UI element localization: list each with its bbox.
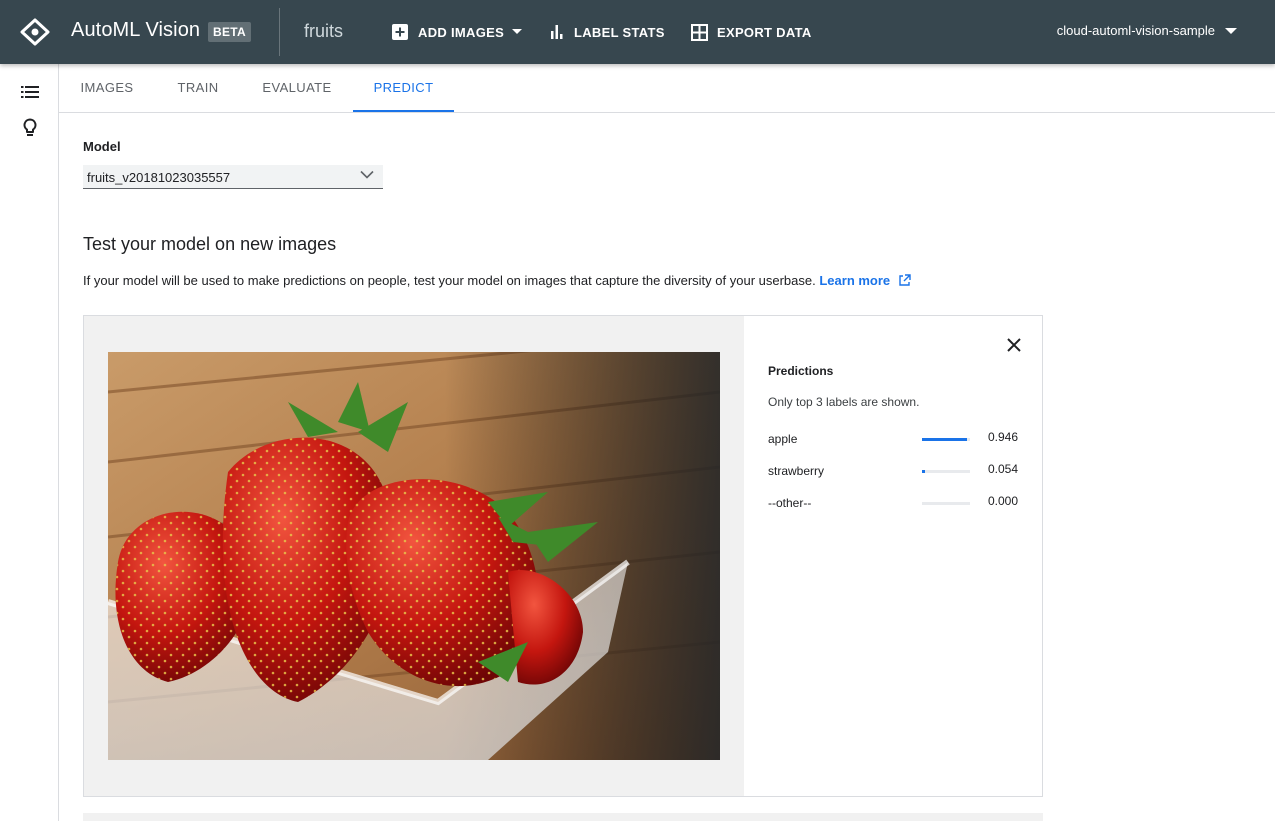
prediction-row: --other-- 0.000 xyxy=(768,494,1020,512)
score-bar xyxy=(922,470,970,473)
dropdown-arrow-icon xyxy=(1225,27,1237,34)
score-bar-fill xyxy=(922,438,968,441)
tab-bar: IMAGES TRAIN EVALUATE PREDICT xyxy=(59,64,1275,113)
active-tab-indicator xyxy=(353,110,454,112)
bar-chart-icon xyxy=(551,25,563,39)
external-link-icon[interactable] xyxy=(898,274,911,287)
project-selector[interactable]: cloud-automl-vision-sample xyxy=(1057,23,1237,38)
left-rail xyxy=(0,64,59,821)
lightbulb-icon[interactable] xyxy=(19,117,41,139)
export-data-button[interactable]: EXPORT DATA xyxy=(691,22,812,42)
header-divider xyxy=(279,8,280,56)
prediction-card: Predictions Only top 3 labels are shown.… xyxy=(83,315,1043,797)
predictions-subtitle: Only top 3 labels are shown. xyxy=(768,395,920,409)
label-stats-label: LABEL STATS xyxy=(574,24,665,40)
model-select[interactable]: fruits_v20181023035557 xyxy=(83,165,383,189)
add-images-button[interactable]: ADD IMAGES xyxy=(391,22,523,42)
score-bar-fill xyxy=(922,470,925,473)
export-data-label: EXPORT DATA xyxy=(717,24,812,40)
next-prediction-card xyxy=(83,813,1043,821)
label-stats-button[interactable]: LABEL STATS xyxy=(549,22,665,42)
prediction-row: apple 0.946 xyxy=(768,430,1020,448)
tab-evaluate[interactable]: EVALUATE xyxy=(241,64,353,112)
dataset-name: fruits xyxy=(304,21,344,41)
description: If your model will be used to make predi… xyxy=(83,273,911,288)
prediction-label: --other-- xyxy=(768,496,812,510)
app-title: AutoML Vision xyxy=(71,19,201,41)
prediction-label: apple xyxy=(768,432,798,446)
prediction-score: 0.000 xyxy=(987,494,1018,508)
description-text: If your model will be used to make predi… xyxy=(83,273,816,288)
tab-train[interactable]: TRAIN xyxy=(155,64,241,112)
learn-more-link[interactable]: Learn more xyxy=(819,273,890,288)
prediction-row: strawberry 0.054 xyxy=(768,462,1020,480)
dropdown-arrow-icon xyxy=(512,29,523,34)
prediction-label: strawberry xyxy=(768,464,825,478)
predictions-panel: Predictions Only top 3 labels are shown.… xyxy=(744,316,1042,796)
project-name: cloud-automl-vision-sample xyxy=(1056,23,1215,38)
prediction-score: 0.054 xyxy=(987,462,1018,476)
automl-logo-icon[interactable] xyxy=(20,18,50,46)
add-box-icon xyxy=(392,24,408,40)
add-images-label: ADD IMAGES xyxy=(418,24,505,40)
uploaded-image xyxy=(108,352,720,760)
tab-images[interactable]: IMAGES xyxy=(59,64,155,112)
list-icon[interactable] xyxy=(19,81,41,103)
predictions-title: Predictions xyxy=(768,364,834,378)
beta-badge: BETA xyxy=(208,22,251,42)
prediction-score: 0.946 xyxy=(987,430,1018,444)
tab-predict[interactable]: PREDICT xyxy=(353,64,454,112)
score-bar xyxy=(922,438,970,441)
model-select-value: fruits_v20181023035557 xyxy=(87,170,231,185)
section-title: Test your model on new images xyxy=(83,234,337,254)
close-icon[interactable] xyxy=(1004,335,1024,355)
model-label: Model xyxy=(83,139,121,154)
image-area xyxy=(84,316,744,796)
score-bar xyxy=(922,502,970,505)
chevron-down-icon xyxy=(360,170,374,179)
app-header: AutoML Vision BETA fruits ADD IMAGES LAB… xyxy=(0,0,1275,64)
grid-icon xyxy=(691,23,708,41)
